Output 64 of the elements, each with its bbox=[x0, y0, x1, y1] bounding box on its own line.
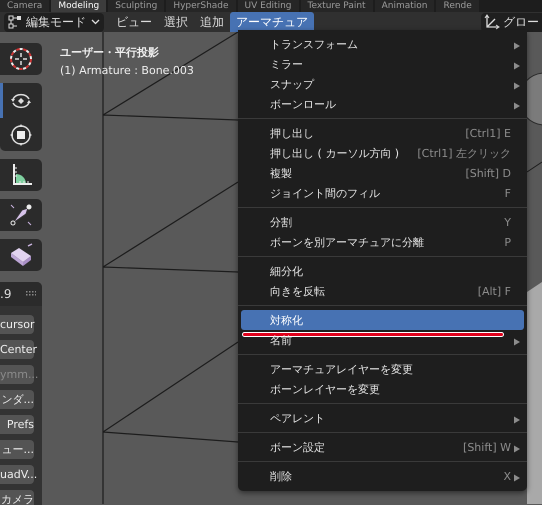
shortcut-text: P bbox=[504, 236, 511, 248]
shortcut-text: [Ctrl1] E bbox=[465, 126, 511, 140]
cursor-icon bbox=[8, 46, 34, 72]
grip-icon[interactable] bbox=[26, 291, 36, 297]
axes-icon bbox=[484, 14, 500, 30]
menu-item[interactable]: 押し出し [Ctrl1] E bbox=[241, 123, 524, 143]
menu-item[interactable]: 削除 X bbox=[241, 466, 524, 486]
shortcut-text: F bbox=[504, 186, 511, 200]
bone-icon bbox=[8, 202, 34, 228]
object-info: (1) Armature : Bone.003 bbox=[60, 63, 194, 79]
shortcut-text: [Alt] F bbox=[478, 284, 511, 298]
workspace-tab[interactable]: Sculpting bbox=[108, 0, 164, 12]
menu-item[interactable]: 複製 [Shift] D bbox=[241, 163, 524, 183]
menu-item[interactable]: 細分化 bbox=[241, 261, 524, 281]
menu-bar-item[interactable]: ビュー bbox=[110, 12, 158, 32]
shortcut-text: Y bbox=[504, 216, 511, 228]
menu-item[interactable]: ボーンロール bbox=[241, 94, 524, 114]
menu-item[interactable]: ボーンを別アーマチュアに分離 P bbox=[241, 232, 524, 252]
workspace-tab[interactable]: HyperShade bbox=[166, 0, 236, 12]
menu-bar-item[interactable]: アーマチュア bbox=[230, 12, 314, 32]
menu-item[interactable]: 名前 bbox=[241, 330, 524, 350]
mode-dropdown[interactable]: 編集モード bbox=[4, 12, 104, 32]
menu-item[interactable]: ジョイント間のフィル F bbox=[241, 183, 524, 203]
tool-button[interactable] bbox=[0, 159, 42, 191]
menu-item[interactable]: 分割 Y bbox=[241, 212, 524, 232]
workspace-tab[interactable]: Rende bbox=[436, 0, 479, 12]
menu-item[interactable]: ボーンレイヤーを変更 bbox=[241, 379, 524, 399]
menu-bar-item[interactable]: 追加 bbox=[194, 12, 230, 32]
tool-button[interactable] bbox=[0, 83, 42, 118]
tool-button[interactable] bbox=[0, 118, 42, 151]
workspace-tab[interactable]: Modeling bbox=[51, 0, 106, 12]
panel-button[interactable]: ュー... bbox=[0, 440, 34, 459]
menu-item[interactable]: ペアレント bbox=[241, 408, 524, 428]
shortcut-text: [Shift] D bbox=[465, 166, 511, 180]
menu-item[interactable]: ボーン設定 [Shift] W bbox=[241, 437, 524, 457]
menu-item[interactable]: トランスフォーム bbox=[241, 34, 524, 54]
workspace-tab[interactable]: Texture Paint bbox=[300, 0, 373, 12]
menu-item[interactable]: 向きを反転 [Alt] F bbox=[241, 281, 524, 301]
box-icon bbox=[8, 242, 34, 268]
shortcut-text: [Shift] W bbox=[463, 440, 511, 454]
menu-bar-item[interactable]: 選択 bbox=[158, 12, 194, 32]
tool-button[interactable] bbox=[0, 239, 42, 271]
panel-title: .9 bbox=[0, 287, 12, 301]
menu-item[interactable]: スナップ bbox=[241, 74, 524, 94]
menu-item[interactable]: アーマチュアレイヤーを変更 bbox=[241, 359, 524, 379]
panel-button[interactable]: uadV... bbox=[0, 465, 34, 484]
panel-button[interactable]: ンダ... bbox=[0, 390, 34, 409]
chevron-down-icon bbox=[91, 19, 100, 25]
menu-item[interactable]: ミラー bbox=[241, 54, 524, 74]
workspace-tab[interactable]: UV Editing bbox=[238, 0, 298, 12]
workspace-tab[interactable]: Camera bbox=[0, 0, 50, 12]
panel-button[interactable]: cursor bbox=[0, 315, 34, 334]
tool-button[interactable] bbox=[0, 199, 42, 231]
shortcut-text: X bbox=[503, 470, 511, 482]
tool-button[interactable] bbox=[0, 43, 42, 75]
scale-icon bbox=[8, 122, 34, 148]
vertex-icon bbox=[8, 15, 22, 29]
shortcut-text: [Ctrl1] 左クリック bbox=[417, 146, 511, 160]
menu-item[interactable]: 押し出し ( カーソル方向 ) [Ctrl1] 左クリック bbox=[241, 143, 524, 163]
workspace-tab[interactable]: Animation bbox=[374, 0, 434, 12]
panel-button[interactable]: Prefs bbox=[0, 415, 34, 434]
view-name: ユーザー・平行投影 bbox=[60, 45, 159, 61]
orientation-dropdown[interactable]: グロー bbox=[481, 12, 542, 32]
panel-button[interactable]: カメラ bbox=[0, 490, 34, 505]
